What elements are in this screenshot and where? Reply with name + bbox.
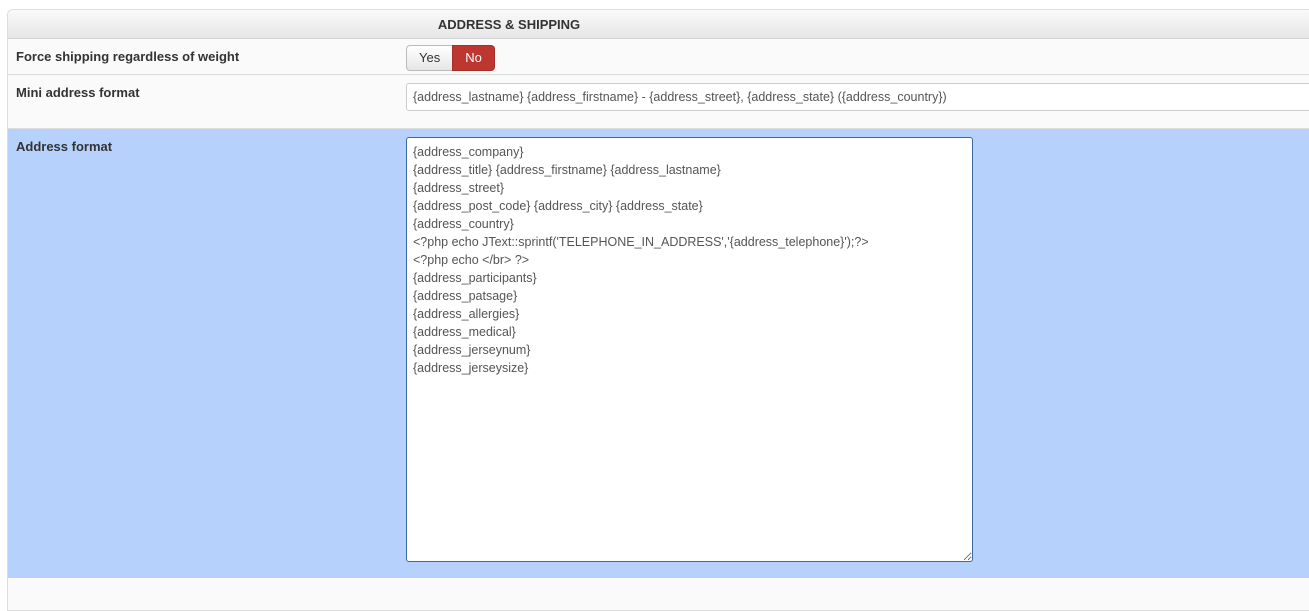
address-format-row: Address format xyxy=(8,129,1309,578)
force-shipping-toggle: Yes No xyxy=(406,45,495,71)
mini-address-row: Mini address format xyxy=(8,75,1309,129)
mini-address-input[interactable] xyxy=(406,83,1309,111)
force-shipping-row: Force shipping regardless of weight Yes … xyxy=(8,39,1309,75)
yes-button[interactable]: Yes xyxy=(406,45,453,71)
address-format-label: Address format xyxy=(16,139,113,154)
address-format-textarea[interactable] xyxy=(406,137,973,562)
mini-address-label: Mini address format xyxy=(16,85,140,100)
address-shipping-panel: ADDRESS & SHIPPING Force shipping regard… xyxy=(7,9,1309,611)
no-button[interactable]: No xyxy=(452,45,495,71)
section-title: ADDRESS & SHIPPING xyxy=(8,10,1309,39)
force-shipping-label: Force shipping regardless of weight xyxy=(16,49,240,64)
